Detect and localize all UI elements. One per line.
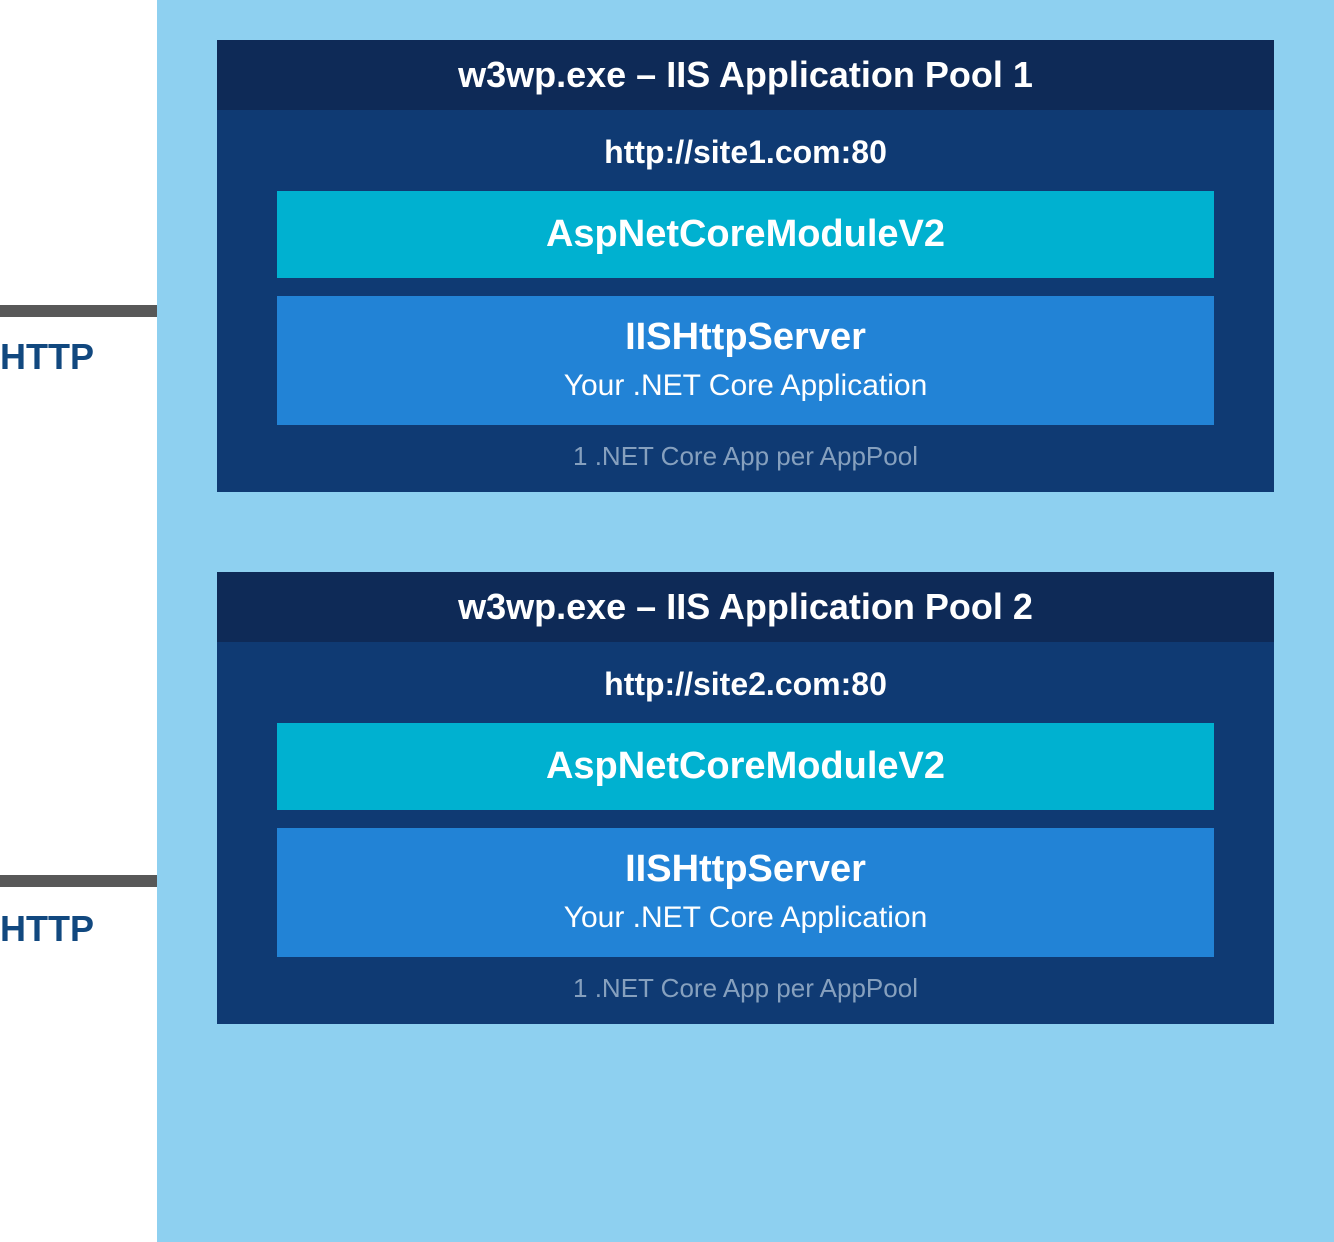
app-pool-1-server-subtitle: Your .NET Core Application bbox=[287, 369, 1204, 403]
app-pool-1: w3wp.exe – IIS Application Pool 1 http:/… bbox=[217, 40, 1274, 492]
http-label-2: HTTP bbox=[0, 908, 94, 950]
app-pool-2: w3wp.exe – IIS Application Pool 2 http:/… bbox=[217, 572, 1274, 1024]
app-pool-2-header: w3wp.exe – IIS Application Pool 2 bbox=[217, 572, 1274, 642]
http-label-1: HTTP bbox=[0, 336, 94, 378]
app-pool-2-server-subtitle: Your .NET Core Application bbox=[287, 901, 1204, 935]
app-pool-1-header: w3wp.exe – IIS Application Pool 1 bbox=[217, 40, 1274, 110]
app-pool-2-server-title: IISHttpServer bbox=[287, 848, 1204, 891]
app-pool-1-server: IISHttpServer Your .NET Core Application bbox=[277, 296, 1214, 425]
app-pool-2-footer: 1 .NET Core App per AppPool bbox=[277, 969, 1214, 1004]
app-pool-1-body: http://site1.com:80 AspNetCoreModuleV2 I… bbox=[217, 110, 1274, 492]
app-pool-2-body: http://site2.com:80 AspNetCoreModuleV2 I… bbox=[217, 642, 1274, 1024]
app-pool-2-module: AspNetCoreModuleV2 bbox=[277, 723, 1214, 810]
app-pool-2-server: IISHttpServer Your .NET Core Application bbox=[277, 828, 1214, 957]
app-pool-2-site-url: http://site2.com:80 bbox=[277, 660, 1214, 723]
app-pool-1-server-title: IISHttpServer bbox=[287, 316, 1204, 359]
iis-server-container: w3wp.exe – IIS Application Pool 1 http:/… bbox=[157, 0, 1334, 1242]
app-pool-1-footer: 1 .NET Core App per AppPool bbox=[277, 437, 1214, 472]
app-pool-1-module: AspNetCoreModuleV2 bbox=[277, 191, 1214, 278]
app-pool-1-site-url: http://site1.com:80 bbox=[277, 128, 1214, 191]
